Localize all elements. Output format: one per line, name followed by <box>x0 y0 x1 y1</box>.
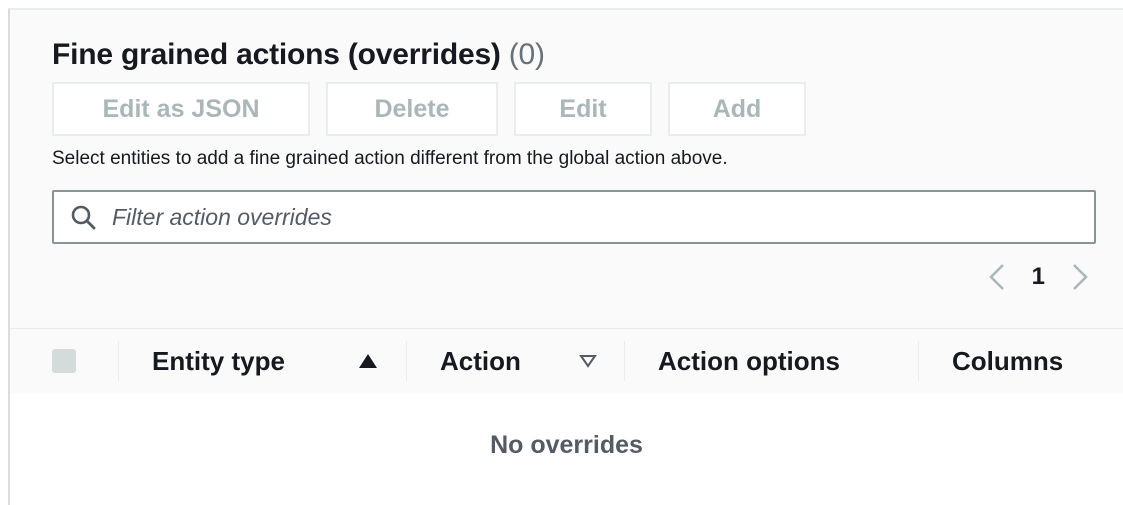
section-description: Select entities to add a fine grained ac… <box>52 148 728 169</box>
section-title: Fine grained actions (overrides) <box>52 38 501 71</box>
overrides-panel: Fine grained actions (overrides) (0) Edit… <box>8 8 1123 505</box>
chevron-right-icon[interactable] <box>1071 262 1089 292</box>
chevron-left-icon[interactable] <box>988 262 1006 292</box>
column-divider <box>406 341 407 381</box>
page-number-button[interactable]: 1 <box>1032 263 1045 291</box>
column-header-columns: Columns <box>952 345 1064 376</box>
column-header-entity-type[interactable]: Entity type <box>152 329 285 393</box>
column-divider <box>118 341 119 381</box>
sort-ascending-icon[interactable] <box>358 351 378 371</box>
edit-button[interactable]: Edit <box>514 82 652 136</box>
select-all-checkbox[interactable] <box>52 349 76 373</box>
table-body: No overrides <box>10 393 1123 505</box>
table-header: Entity type Action Action options Column… <box>10 328 1123 394</box>
sort-descending-outline-icon[interactable] <box>578 351 598 371</box>
delete-button[interactable]: Delete <box>326 82 498 136</box>
column-divider <box>624 341 625 381</box>
add-button[interactable]: Add <box>668 82 806 136</box>
filter-field[interactable] <box>52 190 1096 244</box>
pagination: 1 <box>988 262 1089 292</box>
section-header: Fine grained actions (overrides) (0) <box>52 38 545 72</box>
column-divider <box>918 341 919 381</box>
empty-state-message: No overrides <box>490 431 643 459</box>
column-header-action[interactable]: Action <box>440 329 521 393</box>
edit-as-json-button[interactable]: Edit as JSON <box>52 82 310 136</box>
filter-input[interactable] <box>110 202 1014 232</box>
override-count: (0) <box>508 38 545 71</box>
column-header-action-options: Action options <box>658 345 840 376</box>
search-icon <box>70 204 96 230</box>
